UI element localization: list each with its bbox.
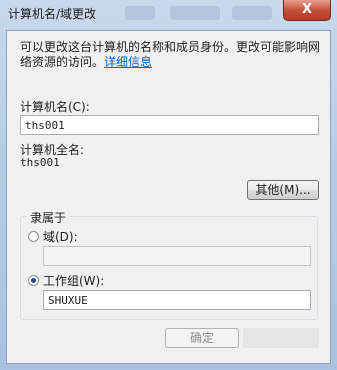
description: 可以更改这台计算机的名称和成员身份。更改可能影响网络资源的访问。详细信息 xyxy=(20,40,320,70)
workgroup-input[interactable]: SHUXUE xyxy=(43,290,311,310)
workgroup-label: 工作组(W): xyxy=(43,274,105,288)
member-of-group: 隶属于 域(D): 工作组(W): SHUXUE xyxy=(20,209,318,320)
full-name-value: ths001 xyxy=(20,156,60,169)
cancel-button-blurred xyxy=(243,328,319,348)
title-bar[interactable]: 计算机名/域更改 X xyxy=(0,0,337,30)
computer-name-label: 计算机名(C): xyxy=(20,100,90,114)
more-button[interactable]: 其他(M)... xyxy=(247,180,319,200)
background-blur xyxy=(170,6,220,20)
background-blur xyxy=(232,6,272,20)
dialog-body: 可以更改这台计算机的名称和成员身份。更改可能影响网络资源的访问。详细信息 计算机… xyxy=(6,30,331,364)
domain-radio[interactable] xyxy=(28,231,39,242)
description-text: 可以更改这台计算机的名称和成员身份。更改可能影响网络资源的访问。 xyxy=(20,40,321,69)
window-title: 计算机名/域更改 xyxy=(8,7,97,21)
dialog-window: 计算机名/域更改 X 可以更改这台计算机的名称和成员身份。更改可能影响网络资源的… xyxy=(0,0,337,370)
domain-input[interactable] xyxy=(43,246,311,266)
close-icon: X xyxy=(301,2,313,17)
workgroup-radio[interactable] xyxy=(28,275,39,286)
details-link[interactable]: 详细信息 xyxy=(104,55,152,69)
background-blur xyxy=(125,6,155,20)
domain-label: 域(D): xyxy=(43,230,78,244)
member-of-title: 隶属于 xyxy=(27,209,70,226)
ok-button[interactable]: 确定 xyxy=(165,328,239,348)
computer-name-input[interactable]: ths001 xyxy=(20,115,319,135)
close-button[interactable]: X xyxy=(283,0,331,21)
